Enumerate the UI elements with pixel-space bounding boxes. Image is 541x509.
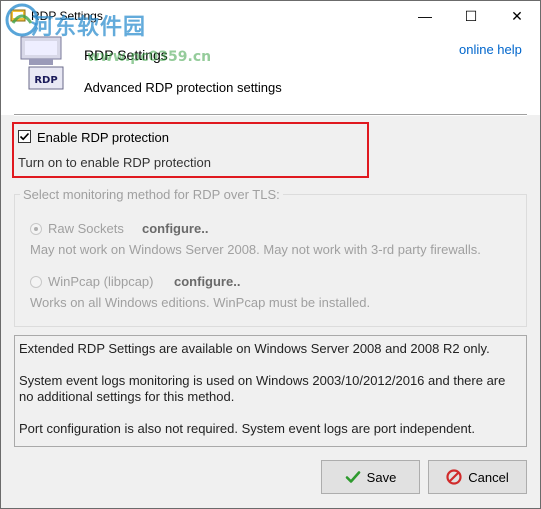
- raw-sockets-label[interactable]: Raw Sockets: [48, 221, 124, 236]
- winpcap-description: Works on all Windows editions. WinPcap m…: [30, 295, 371, 310]
- maximize-icon: ☐: [464, 7, 478, 24]
- enable-rdp-label[interactable]: Enable RDP protection: [37, 130, 169, 145]
- close-icon: ✕: [511, 7, 523, 24]
- rdp-monitor-icon: RDP: [20, 36, 64, 90]
- header-title: RDP Settings: [84, 47, 168, 63]
- save-button[interactable]: Save: [321, 460, 420, 494]
- winpcap-radio[interactable]: [30, 276, 42, 288]
- info-line: System event logs monitoring is used on …: [19, 373, 506, 404]
- cancel-button-label: Cancel: [468, 469, 509, 485]
- winpcap-label[interactable]: WinPcap (libpcap): [48, 274, 154, 289]
- title-bar[interactable]: RDP Settings — ☐ ✕: [1, 1, 540, 31]
- checkmark-icon: [19, 132, 30, 141]
- watermark-logo-icon: [5, 3, 39, 37]
- close-button[interactable]: ✕: [494, 1, 540, 31]
- rdp-icon-label: RDP: [34, 75, 57, 86]
- raw-sockets-configure-link[interactable]: configure..: [142, 221, 208, 236]
- maximize-button[interactable]: ☐: [448, 1, 494, 31]
- winpcap-configure-link[interactable]: configure..: [174, 274, 240, 289]
- online-help-link[interactable]: online help: [459, 42, 522, 57]
- save-button-label: Save: [366, 469, 397, 485]
- no-entry-icon: [446, 469, 462, 485]
- header-separator: [14, 114, 527, 116]
- monitoring-method-legend: Select monitoring method for RDP over TL…: [20, 187, 283, 202]
- header-subtitle: Advanced RDP protection settings: [84, 80, 282, 95]
- info-line: Extended RDP Settings are available on W…: [19, 341, 490, 356]
- enable-rdp-checkbox[interactable]: [18, 130, 31, 143]
- radio-selected-dot: [34, 227, 38, 231]
- minimize-button[interactable]: —: [402, 1, 448, 31]
- enable-rdp-description: Turn on to enable RDP protection: [18, 155, 211, 170]
- raw-sockets-radio[interactable]: [30, 223, 42, 235]
- info-panel: Extended RDP Settings are available on W…: [14, 335, 527, 447]
- minimize-icon: —: [418, 8, 432, 24]
- info-line: Port configuration is also not required.…: [19, 421, 475, 436]
- cancel-button[interactable]: Cancel: [428, 460, 527, 494]
- checkmark-icon: [345, 471, 360, 483]
- raw-sockets-description: May not work on Windows Server 2008. May…: [30, 242, 481, 257]
- rdp-settings-window: RDP Settings — ☐ ✕ RDP RDP Settings Adva…: [0, 0, 541, 509]
- window-title: RDP Settings: [31, 9, 103, 23]
